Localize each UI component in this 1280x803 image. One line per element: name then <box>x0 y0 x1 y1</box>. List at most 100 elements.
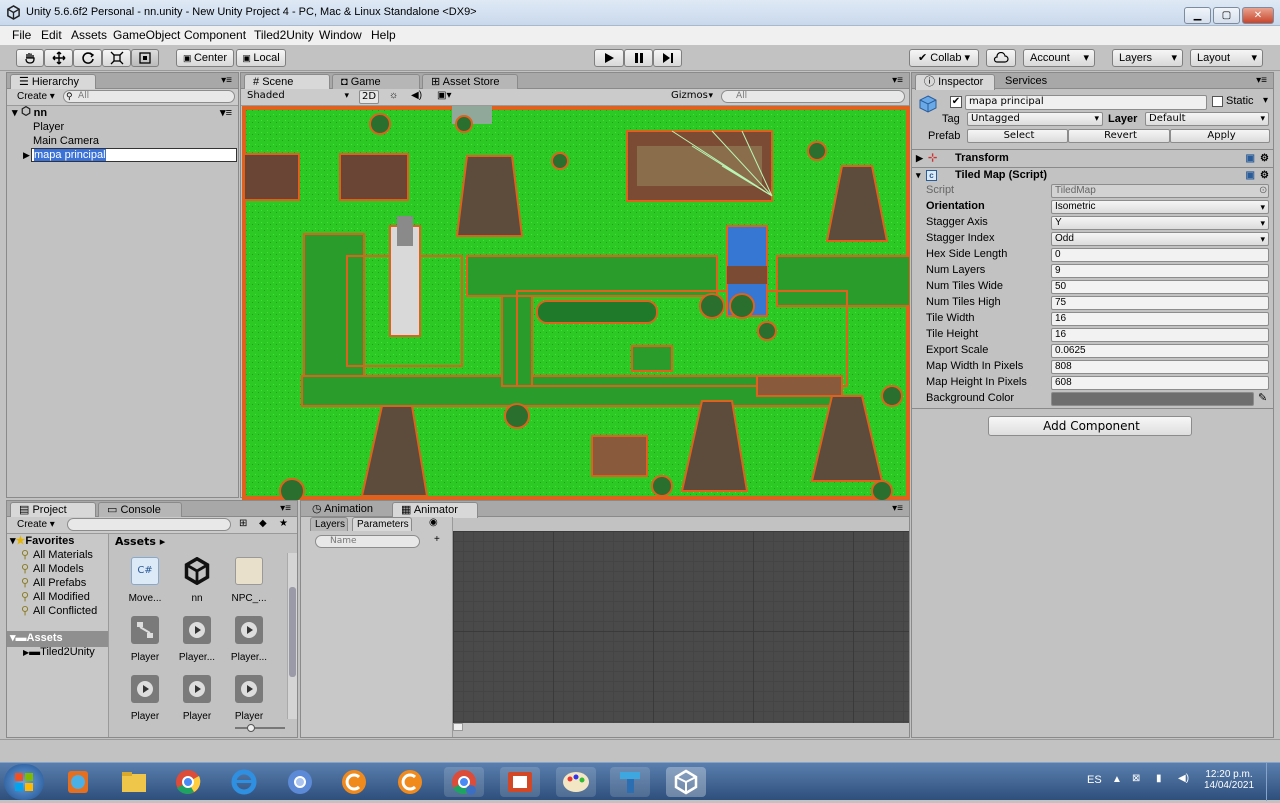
tag-dropdown[interactable]: Untagged <box>967 112 1103 126</box>
effects-dropdown-icon[interactable]: ▣▾ <box>437 90 451 101</box>
object-picker-icon[interactable]: ⊙ <box>1259 183 1267 198</box>
gizmos-dropdown[interactable]: Gizmos <box>668 90 716 104</box>
csharp-icon[interactable]: C# <box>131 557 159 585</box>
asset-label[interactable]: Move... <box>118 593 172 604</box>
animation-clip-icon[interactable] <box>235 675 263 703</box>
shading-mode-dropdown[interactable]: Shaded <box>244 90 352 104</box>
transform-component-header[interactable]: ▶ ⊹ Transform ▣ ⚙ <box>912 151 1273 167</box>
ccleaner-icon[interactable] <box>334 767 374 797</box>
property-field[interactable]: 9 <box>1051 264 1269 278</box>
panel-menu-icon[interactable]: ▾≡ <box>892 75 903 86</box>
property-dropdown[interactable]: Y <box>1051 216 1269 230</box>
maximize-button[interactable]: ▢ <box>1213 7 1240 24</box>
color-field[interactable] <box>1051 392 1254 406</box>
property-field[interactable]: 0 <box>1051 248 1269 262</box>
animator-graph[interactable] <box>453 531 909 723</box>
chrome-icon[interactable] <box>168 767 208 797</box>
prefab-select-button[interactable]: Select <box>967 129 1068 143</box>
rename-field[interactable]: mapa principal <box>31 148 237 162</box>
layers-dropdown[interactable]: Layers ▾ <box>1112 49 1183 67</box>
property-field[interactable]: 75 <box>1051 296 1269 310</box>
eyedropper-icon[interactable]: ✎ <box>1258 391 1267 406</box>
scrollbar-thumb[interactable] <box>289 587 296 677</box>
add-component-button[interactable]: Add Component <box>988 416 1192 436</box>
panel-menu-icon[interactable]: ▾≡ <box>1256 75 1267 86</box>
menu-file[interactable]: File <box>12 28 31 42</box>
pause-button[interactable] <box>624 49 653 67</box>
hierarchy-search-input[interactable]: All <box>63 90 235 103</box>
animation-clip-icon[interactable] <box>183 616 211 644</box>
tab-inspector[interactable]: ⓘ Inspector <box>915 74 995 90</box>
favorite-item[interactable]: ⚲ All Conflicted <box>7 604 109 620</box>
active-checkbox[interactable]: ✔ <box>950 96 962 108</box>
asset-label[interactable]: NPC_... <box>222 593 276 604</box>
object-name-field[interactable]: mapa principal <box>965 95 1207 110</box>
chromium-icon[interactable] <box>280 767 320 797</box>
tab-animator[interactable]: ▦ Animator <box>392 502 478 518</box>
collab-dropdown[interactable]: ✔ Collab ▾ <box>909 49 979 67</box>
project-search-input[interactable] <box>67 518 231 531</box>
volume-icon[interactable]: ◀) <box>1178 773 1189 784</box>
layer-dropdown[interactable]: Default <box>1145 112 1269 126</box>
audio-toggle-icon[interactable]: ◀) <box>411 90 422 101</box>
unity-taskbar-icon[interactable] <box>666 767 706 797</box>
tab-asset-store[interactable]: ⊞ Asset Store <box>422 74 518 89</box>
hand-tool-button[interactable] <box>16 49 44 67</box>
eye-icon[interactable]: ◉ <box>429 517 438 528</box>
asset-label[interactable]: Player <box>170 711 224 722</box>
assets-breadcrumb[interactable]: Assets ▸ <box>111 534 283 550</box>
property-dropdown[interactable]: Odd <box>1051 232 1269 246</box>
prefab-revert-button[interactable]: Revert <box>1068 129 1170 143</box>
property-field[interactable]: 608 <box>1051 376 1269 390</box>
tab-project[interactable]: ▤ Project <box>10 502 96 518</box>
pivot-center-button[interactable]: ▣ Center <box>176 49 234 67</box>
static-checkbox[interactable] <box>1212 96 1223 107</box>
component-gear-icon[interactable]: ⚙ <box>1260 168 1269 183</box>
add-parameter-icon[interactable]: + <box>434 534 440 545</box>
property-field[interactable]: 808 <box>1051 360 1269 374</box>
chrome-profile-icon[interactable] <box>444 767 484 797</box>
start-button[interactable] <box>4 764 44 800</box>
tiled-editor-icon[interactable] <box>610 767 650 797</box>
scene-search-input[interactable]: All <box>721 90 905 103</box>
layout-dropdown[interactable]: Layout ▾ <box>1190 49 1263 67</box>
tab-services[interactable]: Services <box>997 74 1071 89</box>
panel-menu-icon[interactable]: ▾≡ <box>221 75 232 86</box>
tray-expand-icon[interactable]: ▲ <box>1112 774 1122 785</box>
panel-menu-icon[interactable]: ▾≡ <box>280 503 291 514</box>
menu-assets[interactable]: Assets <box>71 28 107 42</box>
help-book-icon[interactable]: ▣ <box>1246 151 1255 166</box>
animation-clip-icon[interactable] <box>235 616 263 644</box>
tab-scene[interactable]: # Scene <box>244 74 330 90</box>
asset-label[interactable]: Player <box>118 711 172 722</box>
project-create-dropdown[interactable]: Create ▾ <box>17 519 55 530</box>
animation-clip-icon[interactable] <box>183 675 211 703</box>
ccleaner-alt-icon[interactable] <box>390 767 430 797</box>
step-button[interactable] <box>653 49 682 67</box>
animator-controller-icon[interactable] <box>131 616 159 644</box>
panel-menu-icon[interactable]: ▾≡ <box>892 503 903 514</box>
internet-explorer-icon[interactable] <box>224 767 264 797</box>
minimize-button[interactable]: ▁ <box>1184 7 1211 24</box>
asset-label[interactable]: Player... <box>222 652 276 663</box>
animation-clip-icon[interactable] <box>131 675 159 703</box>
tab-parameters[interactable]: Parameters <box>352 517 412 531</box>
property-field[interactable]: 16 <box>1051 328 1269 342</box>
zoom-slider-thumb[interactable] <box>247 724 255 732</box>
scale-tool-button[interactable] <box>102 49 131 67</box>
powerpoint-icon[interactable] <box>500 767 540 797</box>
project-scrollbar[interactable] <box>287 553 297 719</box>
asset-label[interactable]: Player <box>118 652 172 663</box>
signal-icon[interactable]: ▮ <box>1156 773 1162 784</box>
zoom-slider[interactable] <box>235 724 285 732</box>
tab-game[interactable]: ◘ Game <box>332 74 420 89</box>
menu-component[interactable]: Component <box>184 28 246 42</box>
cloud-button[interactable] <box>986 49 1016 67</box>
2d-toggle[interactable]: 2D <box>359 90 379 104</box>
pivot-local-button[interactable]: ▣ Local <box>236 49 286 67</box>
component-gear-icon[interactable]: ⚙ <box>1260 151 1269 166</box>
tab-hierarchy[interactable]: ☰ Hierarchy <box>10 74 96 90</box>
menu-tiled2unity[interactable]: Tiled2Unity <box>254 28 314 42</box>
show-desktop-button[interactable] <box>1266 763 1280 801</box>
asset-label[interactable]: nn <box>170 593 224 604</box>
